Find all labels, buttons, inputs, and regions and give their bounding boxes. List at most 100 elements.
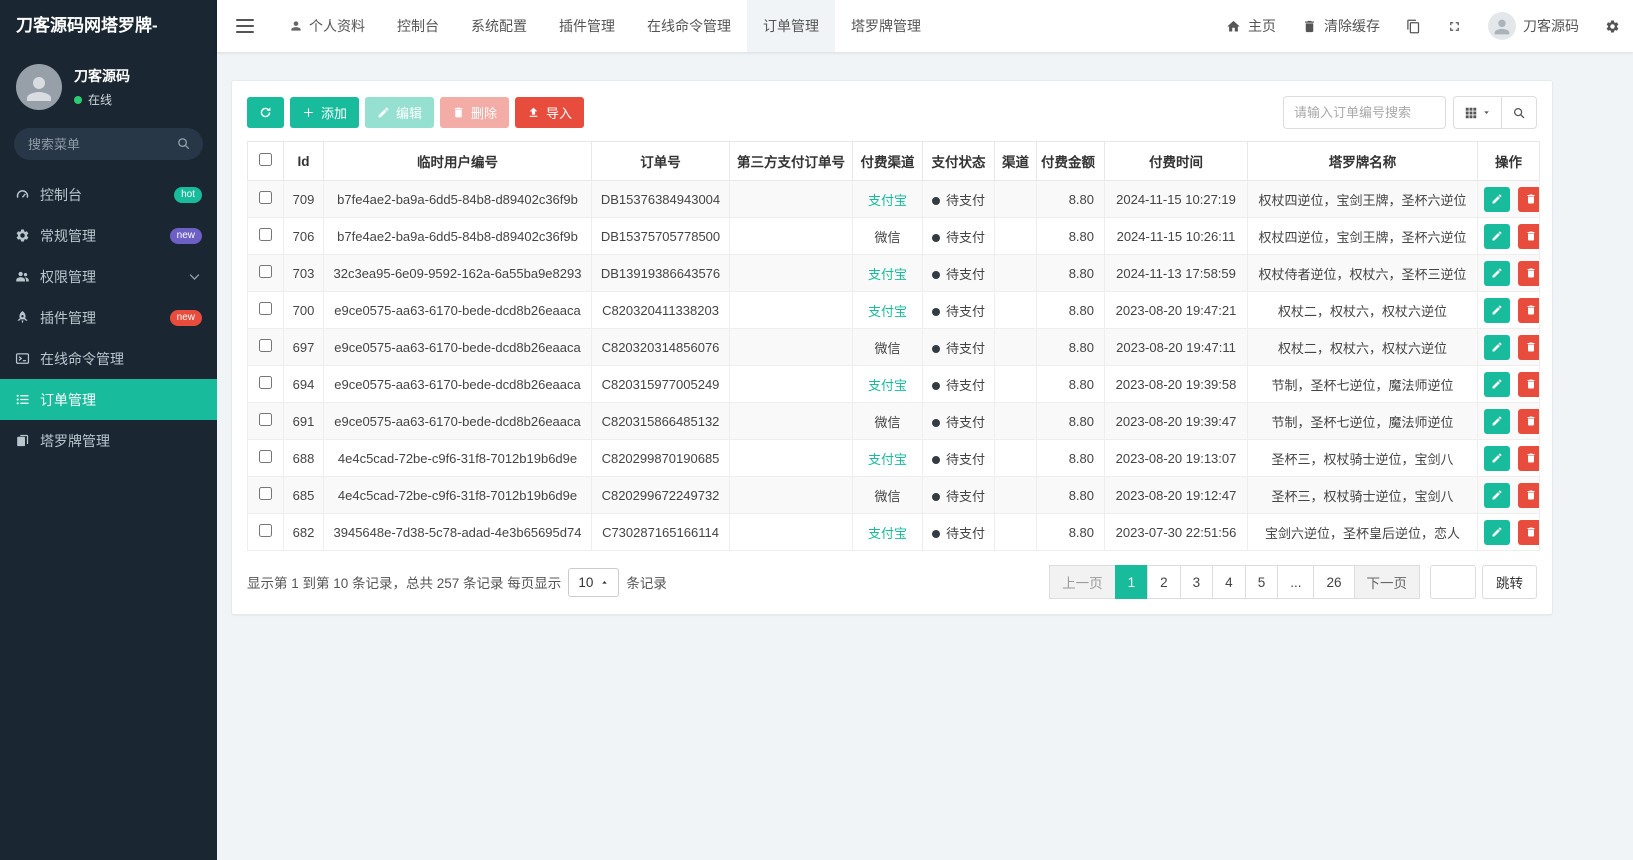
row-edit-button[interactable] xyxy=(1484,186,1510,212)
jump-page-input[interactable] xyxy=(1430,565,1476,599)
page-button-1[interactable]: 1 xyxy=(1114,565,1149,599)
row-checkbox[interactable] xyxy=(259,376,272,389)
col-third-no[interactable]: 第三方支付订单号 xyxy=(729,141,853,181)
row-edit-button[interactable] xyxy=(1484,260,1510,286)
row-checkbox[interactable] xyxy=(259,450,272,463)
page-size-select[interactable]: 10 xyxy=(568,567,620,597)
row-edit-button[interactable] xyxy=(1484,482,1510,508)
row-edit-button[interactable] xyxy=(1484,371,1510,397)
col-time[interactable]: 付费时间 xyxy=(1104,141,1248,181)
topnav-addon[interactable]: 插件管理 xyxy=(543,0,631,52)
sidebar-item-orders[interactable]: 订单管理 xyxy=(0,379,217,420)
row-delete-button[interactable] xyxy=(1517,371,1539,397)
row-checkbox[interactable] xyxy=(259,191,272,204)
topnav-profile[interactable]: 个人资料 xyxy=(273,0,381,52)
row-delete-button[interactable] xyxy=(1517,334,1539,360)
row-checkbox[interactable] xyxy=(259,413,272,426)
topnav-command[interactable]: 在线命令管理 xyxy=(631,0,747,52)
page-button-5[interactable]: 5 xyxy=(1244,565,1279,599)
edit-button[interactable]: 编辑 xyxy=(365,97,435,128)
row-delete-button[interactable] xyxy=(1517,186,1539,212)
col-channel[interactable]: 付费渠道 xyxy=(852,141,923,181)
table-row[interactable]: 688 4e4c5cad-72be-c9f6-31f8-7012b19b6d9e… xyxy=(247,439,1540,477)
import-button[interactable]: 导入 xyxy=(515,97,585,128)
table-row[interactable]: 706 b7fe4ae2-ba9a-6dd5-84b8-d89402c36f9b… xyxy=(247,217,1540,255)
page-button-26[interactable]: 26 xyxy=(1313,565,1355,599)
pencil-icon xyxy=(1491,489,1503,501)
col-uid[interactable]: 临时用户编号 xyxy=(323,141,592,181)
topnav-tarot[interactable]: 塔罗牌管理 xyxy=(835,0,937,52)
topnav-config[interactable]: 系统配置 xyxy=(455,0,543,52)
fullscreen-button[interactable] xyxy=(1434,0,1475,52)
search-button[interactable] xyxy=(1501,96,1537,129)
sidebar-item-auth[interactable]: 权限管理 xyxy=(0,256,217,297)
row-checkbox[interactable] xyxy=(259,487,272,500)
refresh-button[interactable] xyxy=(247,97,284,128)
sidebar-item-tarot[interactable]: 塔罗牌管理 xyxy=(0,420,217,461)
row-edit-button[interactable] xyxy=(1484,519,1510,545)
row-checkbox[interactable] xyxy=(259,265,272,278)
cell-time: 2023-08-20 19:12:47 xyxy=(1104,476,1248,514)
table-row[interactable]: 682 3945648e-7d38-5c78-adad-4e3b65695d74… xyxy=(247,513,1540,551)
sidebar-item-dashboard[interactable]: 控制台 hot xyxy=(0,174,217,215)
prev-page-button[interactable]: 上一页 xyxy=(1049,565,1116,599)
select-all-checkbox[interactable] xyxy=(259,153,272,166)
page-button-3[interactable]: 3 xyxy=(1179,565,1214,599)
columns-button[interactable] xyxy=(1453,96,1502,129)
row-delete-button[interactable] xyxy=(1517,445,1539,471)
col-order-no[interactable]: 订单号 xyxy=(591,141,730,181)
row-checkbox[interactable] xyxy=(259,339,272,352)
settings-button[interactable] xyxy=(1592,0,1633,52)
table-row[interactable]: 685 4e4c5cad-72be-c9f6-31f8-7012b19b6d9e… xyxy=(247,476,1540,514)
home-link[interactable]: 主页 xyxy=(1213,0,1289,52)
cell-amount: 8.80 xyxy=(1036,217,1105,255)
page-button-2[interactable]: 2 xyxy=(1147,565,1181,599)
delete-button[interactable]: 删除 xyxy=(440,97,510,128)
page-button-4[interactable]: 4 xyxy=(1212,565,1246,599)
table-row[interactable]: 694 e9ce0575-aa63-6170-bede-dcd8b26eaaca… xyxy=(247,365,1540,403)
row-delete-button[interactable] xyxy=(1517,519,1539,545)
order-search-input[interactable] xyxy=(1283,96,1446,129)
hamburger-menu-icon[interactable] xyxy=(217,0,273,52)
col-status[interactable]: 支付状态 xyxy=(922,141,995,181)
row-edit-button[interactable] xyxy=(1484,223,1510,249)
next-page-button[interactable]: 下一页 xyxy=(1353,565,1420,599)
table-row[interactable]: 700 e9ce0575-aa63-6170-bede-dcd8b26eaaca… xyxy=(247,291,1540,329)
user-menu[interactable]: 刀客源码 xyxy=(1475,0,1592,52)
topnav-orders[interactable]: 订单管理 xyxy=(747,0,835,52)
row-edit-button[interactable] xyxy=(1484,297,1510,323)
row-edit-button[interactable] xyxy=(1484,445,1510,471)
jump-button[interactable]: 跳转 xyxy=(1482,565,1537,599)
topnav-dashboard[interactable]: 控制台 xyxy=(381,0,455,52)
status-label: 待支付 xyxy=(945,377,985,393)
menu-search-input[interactable] xyxy=(14,128,203,160)
row-delete-button[interactable] xyxy=(1517,223,1539,249)
row-delete-button[interactable] xyxy=(1517,297,1539,323)
trash-icon xyxy=(1525,304,1537,316)
page-ellipsis-button[interactable]: ... xyxy=(1277,565,1315,599)
table-row[interactable]: 697 e9ce0575-aa63-6170-bede-dcd8b26eaaca… xyxy=(247,328,1540,366)
sidebar-item-addon[interactable]: 插件管理 new xyxy=(0,297,217,338)
row-delete-button[interactable] xyxy=(1517,260,1539,286)
row-delete-button[interactable] xyxy=(1517,408,1539,434)
col-tarot[interactable]: 塔罗牌名称 xyxy=(1247,141,1478,181)
sidebar-item-general[interactable]: 常规管理 new xyxy=(0,215,217,256)
table-row[interactable]: 703 32c3ea95-6e09-9592-162a-6a55ba9e8293… xyxy=(247,254,1540,292)
add-button[interactable]: 添加 xyxy=(290,97,360,128)
table-row[interactable]: 691 e9ce0575-aa63-6170-bede-dcd8b26eaaca… xyxy=(247,402,1540,440)
col-id[interactable]: Id xyxy=(283,141,324,181)
row-checkbox[interactable] xyxy=(259,524,272,537)
row-delete-button[interactable] xyxy=(1517,482,1539,508)
row-edit-button[interactable] xyxy=(1484,408,1510,434)
row-checkbox[interactable] xyxy=(259,228,272,241)
col-amount[interactable]: 付费金额 xyxy=(1036,141,1105,181)
table-row[interactable]: 709 b7fe4ae2-ba9a-6dd5-84b8-d89402c36f9b… xyxy=(247,180,1540,218)
clear-cache-link[interactable]: 清除缓存 xyxy=(1289,0,1393,52)
copy-button[interactable] xyxy=(1393,0,1434,52)
row-checkbox[interactable] xyxy=(259,302,272,315)
row-edit-button[interactable] xyxy=(1484,334,1510,360)
col-qudao[interactable]: 渠道 xyxy=(994,141,1037,181)
pencil-icon xyxy=(1491,267,1503,279)
cell-status: 待支付 xyxy=(922,180,995,218)
sidebar-item-command[interactable]: 在线命令管理 xyxy=(0,338,217,379)
